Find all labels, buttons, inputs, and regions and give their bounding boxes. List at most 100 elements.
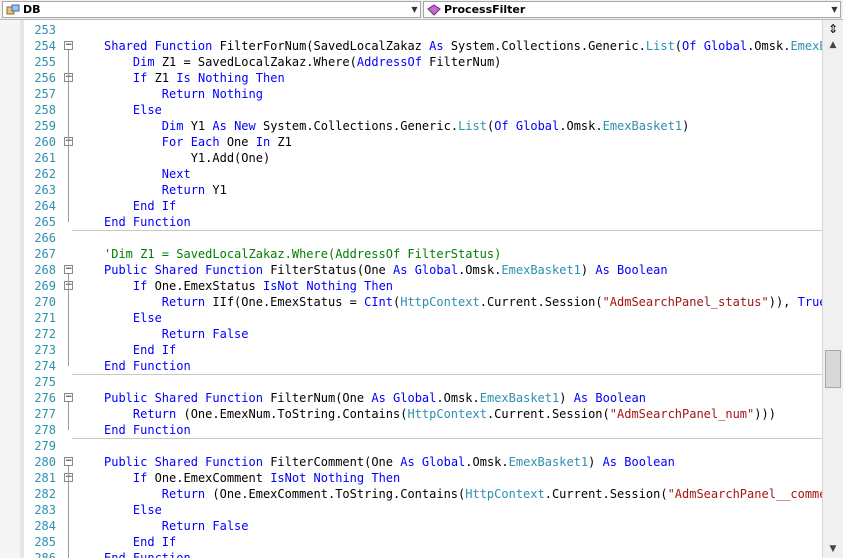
code-line[interactable]: 265 End Function: [24, 214, 822, 230]
code-token: Z1: [154, 71, 177, 85]
code-area[interactable]: 253 254− Shared Function FilterForNum(Save…: [24, 20, 822, 558]
code-line[interactable]: 258 Else: [24, 102, 822, 118]
code-token: (: [674, 39, 683, 53]
code-line[interactable]: 268− Public Shared Function FilterStatus(…: [24, 262, 822, 278]
code-line[interactable]: 280− Public Shared Function FilterComment…: [24, 454, 822, 470]
code-token: "AdmSearchPanel_status": [602, 295, 769, 309]
code-line[interactable]: 255 Dim Z1 = SavedLocalZakaz.Where(Addre…: [24, 54, 822, 70]
code-line[interactable]: 254− Shared Function FilterForNum(SavedLo…: [24, 38, 822, 54]
class-dropdown[interactable]: DB ▼: [2, 1, 421, 18]
code-token: .Current.Session(: [479, 295, 603, 309]
code-token: Nothing: [306, 279, 365, 293]
outline-guide: [68, 466, 69, 558]
code-line[interactable]: 261 Y1.Add(One): [24, 150, 822, 166]
code-line[interactable]: 260− For Each One In Z1: [24, 134, 822, 150]
code-token: False: [212, 519, 249, 533]
code-line[interactable]: 278 End Function: [24, 422, 822, 438]
code-line[interactable]: 279: [24, 438, 822, 454]
chevron-down-icon[interactable]: ▼: [829, 2, 840, 17]
code-line[interactable]: 262 Next: [24, 166, 822, 182]
line-number: 278: [34, 423, 56, 437]
code-text: Dim Y1 As New System.Collections.Generic…: [104, 118, 690, 134]
collapse-icon[interactable]: −: [64, 393, 73, 402]
code-line[interactable]: 253: [24, 22, 822, 38]
scroll-down-button[interactable]: ▼: [825, 542, 841, 556]
code-line[interactable]: 264 End If: [24, 198, 822, 214]
code-line[interactable]: 282 Return (One.EmexComment.ToString.Con…: [24, 486, 822, 502]
code-line[interactable]: 277 Return (One.EmexNum.ToString.Contain…: [24, 406, 822, 422]
code-line[interactable]: 286 End Function: [24, 550, 822, 558]
code-text: For Each One In Z1: [104, 134, 292, 150]
code-line[interactable]: 272 Return False: [24, 326, 822, 342]
scroll-up-button[interactable]: ▲: [825, 38, 841, 52]
code-token: End If: [132, 199, 177, 213]
collapse-icon[interactable]: −: [64, 457, 73, 466]
member-dropdown[interactable]: ProcessFilter ▼: [423, 1, 841, 18]
code-line[interactable]: 285 End If: [24, 534, 822, 550]
code-token: End If: [132, 343, 177, 357]
code-line[interactable]: 256− If Z1 Is Nothing Then: [24, 70, 822, 86]
code-line[interactable]: 270 Return IIf(One.EmexStatus = CInt(Htt…: [24, 294, 822, 310]
code-token: Y1.Add(One): [104, 151, 271, 165]
scrollbar-thumb[interactable]: [825, 349, 841, 388]
code-line[interactable]: 276− Public Shared Function FilterNum(One…: [24, 390, 822, 406]
code-token: Else: [132, 311, 162, 325]
splitter-icon[interactable]: ⇕: [825, 22, 841, 36]
code-token: Function: [154, 39, 220, 53]
code-editor[interactable]: 253 254− Shared Function FilterForNum(Save…: [0, 20, 843, 558]
code-token: As: [393, 263, 415, 277]
code-line[interactable]: 275: [24, 374, 822, 390]
code-token: Nothing: [197, 71, 256, 85]
line-number: 280: [34, 455, 56, 469]
vertical-scrollbar[interactable]: ⇕ ▲ ▼: [822, 20, 843, 558]
code-line[interactable]: 269− If One.EmexStatus IsNot Nothing The…: [24, 278, 822, 294]
code-text: If One.EmexStatus IsNot Nothing Then: [104, 278, 393, 294]
code-line[interactable]: 283 Else: [24, 502, 822, 518]
procedure-separator: [72, 438, 822, 439]
line-number: 255: [34, 55, 56, 69]
chevron-down-icon[interactable]: ▼: [409, 2, 420, 17]
line-number: 275: [34, 375, 56, 389]
code-line[interactable]: 266: [24, 230, 822, 246]
code-token: AddressOf: [356, 55, 430, 69]
code-line[interactable]: 267 'Dim Z1 = SavedLocalZakaz.Where(Addre…: [24, 246, 822, 262]
line-number: 260: [34, 135, 56, 149]
code-token: If: [132, 471, 155, 485]
code-token: ): [588, 455, 603, 469]
indicator-margin[interactable]: [0, 20, 20, 558]
code-token: System.Collections.Generic.: [262, 119, 459, 133]
code-line[interactable]: 284 Return False: [24, 518, 822, 534]
code-token: Z1 = SavedLocalZakaz.Where(: [161, 55, 357, 69]
code-text: End Function: [104, 422, 191, 438]
code-token: New: [234, 119, 263, 133]
code-line[interactable]: 274 End Function: [24, 358, 822, 374]
outline-guide: [68, 402, 69, 430]
code-token: End Function: [104, 551, 191, 558]
code-line[interactable]: 257 Return Nothing: [24, 86, 822, 102]
navigation-bar: DB ▼ ProcessFilter ▼: [0, 0, 843, 20]
line-number: 257: [34, 87, 56, 101]
code-token: FilterComment(One: [270, 455, 401, 469]
code-line[interactable]: 271 Else: [24, 310, 822, 326]
code-token: IsNot: [262, 279, 307, 293]
collapse-icon[interactable]: −: [64, 265, 73, 274]
code-token: Return: [161, 87, 213, 101]
line-number: 258: [34, 103, 56, 117]
line-number: 279: [34, 439, 56, 453]
line-number: 263: [34, 183, 56, 197]
code-text: Return False: [104, 326, 249, 342]
code-line[interactable]: 263 Return Y1: [24, 182, 822, 198]
code-line[interactable]: 281− If One.EmexComment IsNot Nothing Th…: [24, 470, 822, 486]
code-line[interactable]: 259 Dim Y1 As New System.Collections.Gen…: [24, 118, 822, 134]
code-text: End Function: [104, 358, 191, 374]
code-text: If One.EmexComment IsNot Nothing Then: [104, 470, 400, 486]
code-token: Function: [205, 391, 271, 405]
code-token: Of: [682, 39, 704, 53]
code-line[interactable]: 273 End If: [24, 342, 822, 358]
collapse-icon[interactable]: −: [64, 41, 73, 50]
